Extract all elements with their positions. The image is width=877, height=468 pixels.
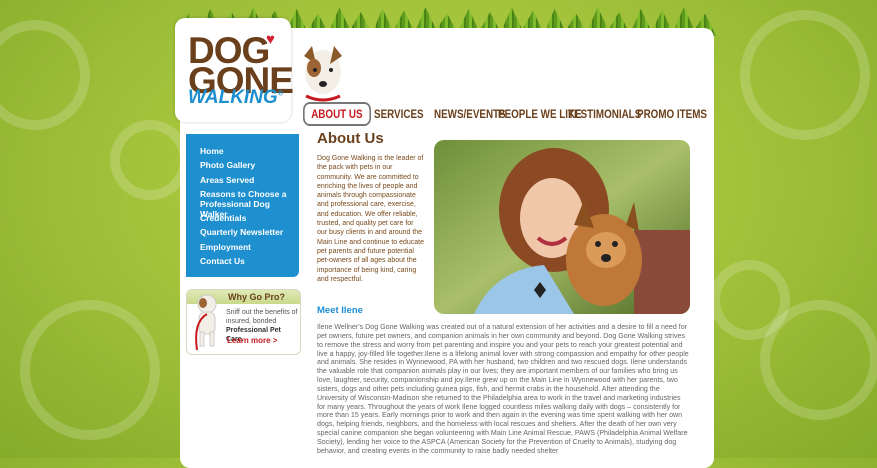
background-paw-decoration [740,10,870,140]
sidebar-item-home[interactable]: Home [200,146,296,156]
sidebar-item-contact-us[interactable]: Contact Us [200,256,296,266]
why-go-pro-box[interactable]: Why Go Pro? Sniff out the benefits of in… [186,289,301,355]
learn-more-link[interactable]: Learn more > [227,336,277,345]
logo-text-walking: WALKING® [188,87,283,108]
sidebar-item-areas-served[interactable]: Areas Served [200,175,296,185]
sidebar-item-newsletter[interactable]: Quarterly Newsletter [200,227,296,237]
photo-illustration [434,140,690,314]
why-go-pro-title: Why Go Pro? [228,292,285,302]
dog-on-leash-icon [195,294,217,351]
nav-testimonials[interactable]: TESTIMONIALS [568,107,641,121]
heart-icon: ♥ [266,31,275,48]
background-paw-decoration [710,260,790,340]
sidebar-item-credentials[interactable]: Credentials [200,213,296,223]
nav-about-us[interactable]: ABOUT US [303,102,371,126]
meet-ilene-heading: Meet Ilene [317,305,363,316]
page-title: About Us [317,130,384,147]
background-paw-decoration [20,300,160,440]
background-paw-decoration [110,120,190,200]
sidebar-item-employment[interactable]: Employment [200,242,296,252]
nav-promo-items[interactable]: PROMO ITEMS [637,107,707,121]
nav-services[interactable]: SERVICES [374,107,424,121]
owner-with-dog-photo [434,140,690,314]
dog-mascot-icon [304,46,342,102]
intro-paragraph: Dog Gone Walking is the leader of the pa… [317,155,425,283]
sidebar-menu: Home Photo Gallery Areas Served Reasons … [186,134,299,277]
sidebar-item-photo-gallery[interactable]: Photo Gallery [200,160,296,170]
background-paw-decoration [0,20,90,130]
bio-paragraph: Ilene Wellner's Dog Gone Walking was cre… [317,323,689,455]
nav-news-events[interactable]: NEWS/EVENTS [434,107,506,121]
